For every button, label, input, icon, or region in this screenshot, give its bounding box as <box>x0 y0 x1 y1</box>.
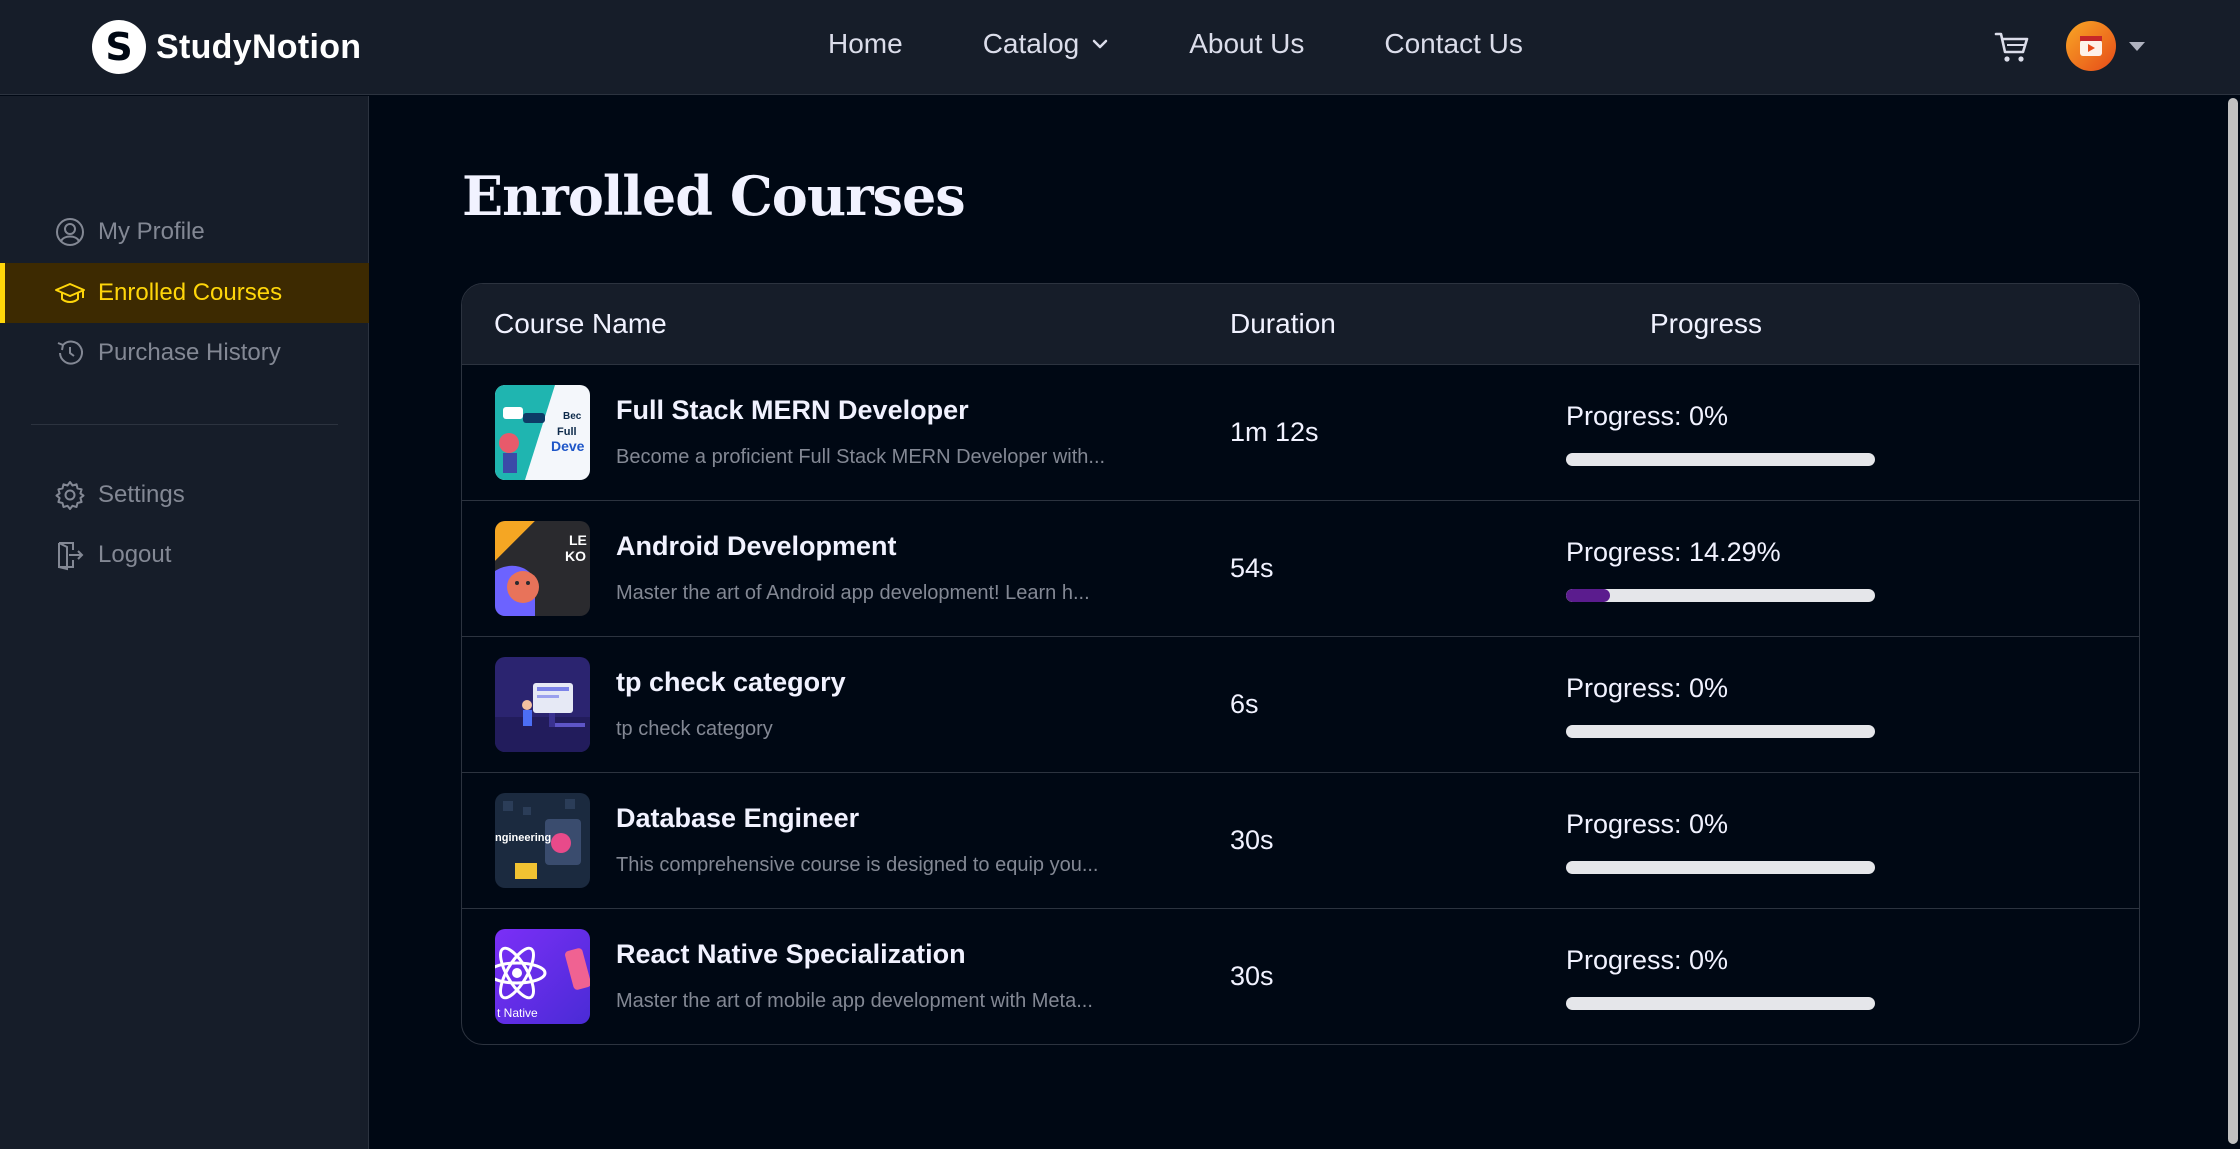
column-header-course-name: Course Name <box>494 308 667 339</box>
course-description: Become a proficient Full Stack MERN Deve… <box>616 446 1106 468</box>
sidebar-item-label: Logout <box>98 541 172 568</box>
course-thumbnail[interactable]: LE KO <box>495 521 590 616</box>
svg-text:LE: LE <box>569 532 587 548</box>
nav-home-label: Home <box>828 28 903 59</box>
progress-label: Progress: 0% <box>1566 673 1729 703</box>
progress-label: Progress: 0% <box>1566 809 1729 839</box>
progress-bar <box>1566 997 1875 1010</box>
sidebar-item-my-profile[interactable]: My Profile <box>0 202 369 262</box>
svg-text:t Native: t Native <box>497 1006 538 1020</box>
course-thumbnail[interactable] <box>495 657 590 752</box>
cart-icon[interactable] <box>1994 30 2030 64</box>
avatar-image-icon <box>2080 36 2102 56</box>
sidebar: My Profile Enrolled Courses Purchase His… <box>0 96 369 1149</box>
nav-contact-label: Contact Us <box>1384 28 1523 59</box>
user-circle-icon <box>56 218 84 246</box>
progress-bar <box>1566 725 1875 738</box>
course-duration: 1m 12s <box>1230 417 1319 447</box>
course-description: tp check category <box>616 718 773 740</box>
caret-down-icon[interactable] <box>2128 40 2146 52</box>
course-duration: 54s <box>1230 553 1274 583</box>
course-duration: 30s <box>1230 961 1274 991</box>
course-duration: 6s <box>1230 689 1259 719</box>
course-title[interactable]: Android Development <box>616 531 897 562</box>
course-thumbnail[interactable]: Bec Full Deve <box>495 385 590 480</box>
course-title[interactable]: Full Stack MERN Developer <box>616 395 969 426</box>
sidebar-item-settings[interactable]: Settings <box>0 465 369 525</box>
history-icon <box>57 340 83 365</box>
sidebar-item-purchase-history[interactable]: Purchase History <box>0 323 369 383</box>
sidebar-divider <box>31 424 338 425</box>
main-nav: Home Catalog About Us Contact Us <box>828 28 1523 60</box>
table-row[interactable]: ngineering Database Engineer This compre… <box>462 773 2139 909</box>
svg-text:Bec: Bec <box>563 411 582 422</box>
scrollbar-thumb[interactable] <box>2228 98 2238 1144</box>
sidebar-item-label: Enrolled Courses <box>98 279 283 306</box>
svg-text:Full: Full <box>557 426 577 438</box>
top-navbar: S StudyNotion Home Catalog About Us Cont… <box>0 0 2240 95</box>
gear-icon <box>55 481 85 510</box>
table-row[interactable]: Bec Full Deve Full Stack MERN Developer … <box>462 365 2139 501</box>
table-header: Course Name Duration Progress <box>462 284 2139 365</box>
svg-text:ngineering: ngineering <box>495 832 551 844</box>
table-row[interactable]: tp check category tp check category 6s P… <box>462 637 2139 773</box>
user-avatar[interactable] <box>2066 21 2116 71</box>
sidebar-item-label: Purchase History <box>98 339 281 366</box>
nav-contact-us[interactable]: Contact Us <box>1384 28 1523 60</box>
page-title: Enrolled Courses <box>462 164 966 228</box>
course-title[interactable]: React Native Specialization <box>616 939 966 970</box>
logo-mark: S <box>92 20 146 74</box>
course-thumbnail[interactable]: ngineering <box>495 793 590 888</box>
nav-about-us[interactable]: About Us <box>1189 28 1304 60</box>
course-description: Master the art of mobile app development… <box>616 990 1093 1012</box>
column-header-progress: Progress <box>1650 308 1763 339</box>
course-title[interactable]: tp check category <box>616 667 846 698</box>
progress-bar <box>1566 453 1875 466</box>
course-description: This comprehensive course is designed to… <box>616 854 1099 876</box>
progress-bar-fill <box>1566 589 1611 602</box>
sidebar-item-enrolled-courses[interactable]: Enrolled Courses <box>0 263 369 323</box>
nav-catalog[interactable]: Catalog <box>983 28 1110 60</box>
graduation-cap-icon <box>55 283 85 303</box>
svg-text:Deve: Deve <box>551 438 585 454</box>
table-row[interactable]: t Native React Native Specialization Mas… <box>462 909 2139 1044</box>
course-thumbnail[interactable]: t Native <box>495 929 590 1024</box>
column-header-duration: Duration <box>1230 308 1336 339</box>
logout-icon <box>58 542 84 571</box>
nav-catalog-label: Catalog <box>982 28 1080 59</box>
sidebar-item-label: Settings <box>98 481 185 508</box>
sidebar-item-label: My Profile <box>98 218 205 245</box>
progress-bar <box>1566 861 1875 874</box>
nav-about-label: About Us <box>1189 28 1305 59</box>
logo-text: StudyNotion <box>156 27 362 66</box>
course-duration: 30s <box>1230 825 1274 855</box>
enrolled-courses-table: Course Name Duration Progress Bec Full D… <box>461 283 2140 1045</box>
table-row[interactable]: LE KO Android Development Master the art… <box>462 501 2139 637</box>
progress-label: Progress: 0% <box>1566 401 1729 431</box>
svg-text:KO: KO <box>565 548 586 564</box>
course-title[interactable]: Database Engineer <box>616 803 859 834</box>
nav-home[interactable]: Home <box>828 28 903 60</box>
chevron-down-icon <box>1092 39 1108 49</box>
sidebar-item-logout[interactable]: Logout <box>0 525 369 585</box>
progress-label: Progress: 0% <box>1566 945 1729 975</box>
logo[interactable]: S StudyNotion <box>92 20 361 74</box>
progress-bar <box>1566 589 1875 602</box>
course-description: Master the art of Android app developmen… <box>616 582 1090 604</box>
progress-label: Progress: 14.29% <box>1566 537 1781 567</box>
page-scrollbar[interactable] <box>2224 96 2240 1149</box>
